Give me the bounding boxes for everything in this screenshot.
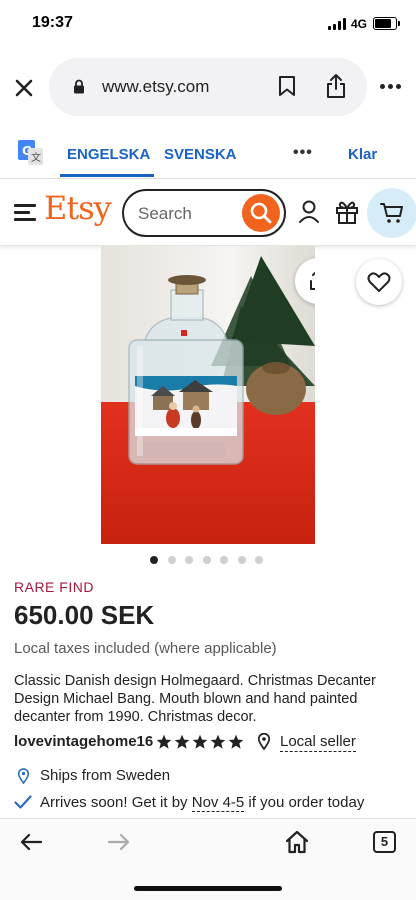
star-icon [192,734,208,749]
product-description: Classic Danish design Holmegaard. Christ… [14,673,376,725]
carousel-dot[interactable] [185,556,193,564]
status-bar: 19:37 4G [0,0,416,48]
share-icon [310,271,315,290]
forward-arrow-icon[interactable] [108,833,130,851]
etsy-logo[interactable]: Etsy [44,189,112,227]
home-icon[interactable] [285,830,309,854]
arrival-text: Arrives soon! Get it by Nov 4-5 if you o… [40,794,365,812]
browser-bottom-bar: 5 [0,818,416,900]
user-icon[interactable] [298,200,320,224]
location-pin-icon [258,733,270,750]
product-price: 650.00 SEK [14,600,155,630]
local-seller-link[interactable]: Local seller [280,733,356,752]
back-arrow-icon[interactable] [20,833,42,851]
etsy-header: Etsy Search [0,178,416,246]
heart-icon [367,272,391,292]
arrival-date-link[interactable]: Nov 4-5 [191,794,245,812]
image-carousel-dots[interactable] [150,556,270,564]
close-icon[interactable] [12,76,36,100]
tax-note: Local taxes included (where applicable) [14,640,277,657]
gift-icon[interactable] [335,199,359,225]
ships-from-text: Ships from Sweden [40,767,171,784]
browser-toolbar: www.etsy.com [0,58,416,116]
decanter-photo [101,246,315,544]
address-bar[interactable]: www.etsy.com [49,58,367,116]
star-icon [210,734,226,749]
translate-more-button[interactable]: ••• [293,144,313,162]
google-translate-icon: G 文 [18,140,43,165]
network-type: 4G [351,17,368,31]
seller-row: lovevintagehome16 Local seller [14,733,414,755]
carousel-dot[interactable] [202,556,211,564]
lock-icon [74,79,84,94]
carousel-dot[interactable] [237,556,246,564]
share-icon[interactable] [325,73,347,99]
menu-icon[interactable] [14,204,36,222]
favorite-button[interactable] [356,259,402,305]
rating-stars[interactable] [156,734,246,750]
carousel-dot[interactable] [167,556,176,564]
battery-icon [373,17,400,30]
search-button[interactable] [242,194,280,232]
arrival-estimate: Arrives soon! Get it by Nov 4-5 if you o… [14,793,414,813]
bookmark-icon[interactable] [278,75,296,97]
arrival-suffix: if you order today [244,794,365,811]
check-icon [14,795,32,809]
arrival-prefix: Arrives soon! Get it by [40,794,192,811]
search-input[interactable]: Search [122,189,286,237]
signal-icon [328,18,346,30]
shop-name-link[interactable]: lovevintagehome16 [14,733,153,750]
rare-find-badge: RARE FIND [14,579,94,595]
carousel-dot[interactable] [150,556,158,564]
more-icon[interactable] [380,84,402,90]
cart-button[interactable] [367,188,416,238]
done-button[interactable]: Klar [348,146,377,163]
url-text: www.etsy.com [102,77,210,96]
search-placeholder: Search [138,204,192,223]
tab-source-language[interactable]: ENGELSKA [67,146,150,163]
tabs-button[interactable]: 5 [373,831,396,853]
star-icon [174,734,190,749]
status-time: 19:37 [32,14,73,31]
cart-icon [380,203,403,223]
carousel-dot[interactable] [220,556,228,564]
search-icon [250,202,272,224]
home-indicator [134,886,282,891]
carousel-dot[interactable] [255,556,263,564]
active-tab-indicator [60,174,154,177]
product-image[interactable] [101,246,315,544]
tab-target-language[interactable]: SVENSKA [164,146,237,163]
star-icon [228,734,244,749]
star-icon [156,734,172,749]
location-pin-icon [18,768,29,784]
translate-bar: G 文 ENGELSKA SVENSKA ••• Klar [0,136,416,178]
svg-text:文: 文 [31,151,41,164]
